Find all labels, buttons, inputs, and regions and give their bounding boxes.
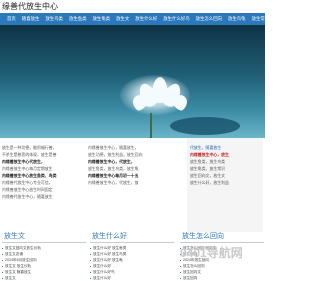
nav-item-home[interactable]: 首页 — [7, 16, 16, 22]
list-item[interactable]: 放生文 — [2, 275, 86, 281]
intro-line[interactable]: 内缘善放生中心，放生 — [187, 151, 263, 158]
intro-line[interactable]: 放生回向文，放生文 — [187, 172, 263, 179]
nav-item-4[interactable]: 放生龟类 — [93, 16, 111, 22]
intro-line: 内缘善代放生中心专业可信， — [2, 180, 53, 185]
nav-item-1[interactable]: 随喜放生 — [22, 16, 40, 22]
watermark: 0401导航网 — [180, 246, 243, 260]
intro-line: 内缘善放生中心，随喜放生， — [88, 145, 139, 150]
top-bar: 缘善代放生中心 — [0, 0, 265, 13]
section-title-text[interactable]: 放生怎么回向 — [180, 233, 224, 240]
intro-line: 内缘善放生中心每月定期放生 — [2, 166, 53, 171]
section-fangsheng-shenme-hao: 放生什么好 放生什么好 放生鱼类 放生什么好 放生鸟类 放生什么好 放生龟 放生… — [90, 232, 174, 281]
section-fangsheng-wen: 放生文 放生文回向文放生仪轨 放生文念诵 2024年6月放生回向 放生文 放生仪… — [2, 232, 86, 281]
nav-item-5[interactable]: 放生文 — [116, 16, 129, 22]
intro-panel-right: 代放生，随喜放生 内缘善放生中心，放生 放生鱼类，放生鸟类 放生龟类，放生常识 … — [187, 138, 263, 232]
nav-item-6[interactable]: 放生什么好 — [135, 16, 157, 22]
lotus-leaf — [170, 117, 240, 135]
intro-line: 不杀生是慈悲的体现，放生是善 — [2, 152, 57, 157]
intro-line: 放生鱼类，放生鸟类，放生龟 — [88, 166, 139, 171]
intro-line: 内缘善放生中心，代放生，放 — [88, 180, 139, 185]
nav-item-8[interactable]: 放生怎么回向 — [196, 16, 222, 22]
hero-banner-lotus-image — [0, 25, 265, 138]
nav-item-7[interactable]: 放生什么好鸟 — [163, 16, 189, 22]
nav-item-3[interactable]: 放生鱼类 — [69, 16, 87, 22]
intro-line: 放生功德，放生利益，放生回向 — [88, 152, 143, 157]
intro-line[interactable]: 放生龟类，放生常识 — [187, 165, 263, 172]
intro-line[interactable]: 放生鱼类，放生鸟类 — [187, 158, 263, 165]
intro-line[interactable]: 代放生，随喜放生 — [187, 144, 263, 151]
intro-panel-middle: 内缘善放生中心，随喜放生， 放生功德，放生利益，放生回向 内缘善放生中心，代放生… — [88, 138, 182, 232]
section-title[interactable]: 放生文 — [2, 232, 86, 243]
lotus-stem — [150, 113, 152, 138]
intro-panel-left: 放生是一种功德，能积福行善， 不杀生是慈悲的体现，放生是善 内缘善放生中心代放生… — [2, 138, 86, 232]
site-title[interactable]: 缘善代放生中心 — [2, 1, 58, 12]
intro-line[interactable]: 放生什么好，放生利益 — [187, 179, 263, 186]
intro-line: 内缘善代放生中心，随喜放生 — [2, 194, 53, 199]
nav-item-9[interactable]: 放生鸟龟 — [228, 16, 246, 22]
nav-item-2[interactable]: 放生鸟类 — [45, 16, 63, 22]
list-item[interactable]: 放生什么好 — [90, 275, 174, 281]
section-title-text[interactable]: 放生什么好 — [90, 233, 127, 240]
intro-line: 内缘善放生中心放生鱼类、鸟类 — [2, 173, 57, 178]
intro-line: 内缘善放生中心每月初一十五 — [88, 173, 139, 178]
intro-line: 内缘善放生中心代放生， — [2, 159, 45, 164]
section-title-text[interactable]: 放生文 — [2, 233, 25, 240]
main-nav: 首页 随喜放生 放生鸟类 放生鱼类 放生龟类 放生文 放生什么好 放生什么好鸟 … — [0, 13, 269, 25]
list-item[interactable]: 放生回向 — [180, 275, 264, 281]
nav-item-10[interactable]: 放生常识 — [252, 16, 270, 22]
intro-line: 内缘善放生中心放生时间固定 — [2, 187, 53, 192]
section-title[interactable]: 放生什么好 — [90, 232, 174, 243]
section-title[interactable]: 放生怎么回向 — [180, 232, 264, 243]
intro-line: 内缘善放生中心，代放生， — [88, 159, 135, 164]
intro-line: 放生是一种功德，能积福行善， — [2, 145, 57, 150]
